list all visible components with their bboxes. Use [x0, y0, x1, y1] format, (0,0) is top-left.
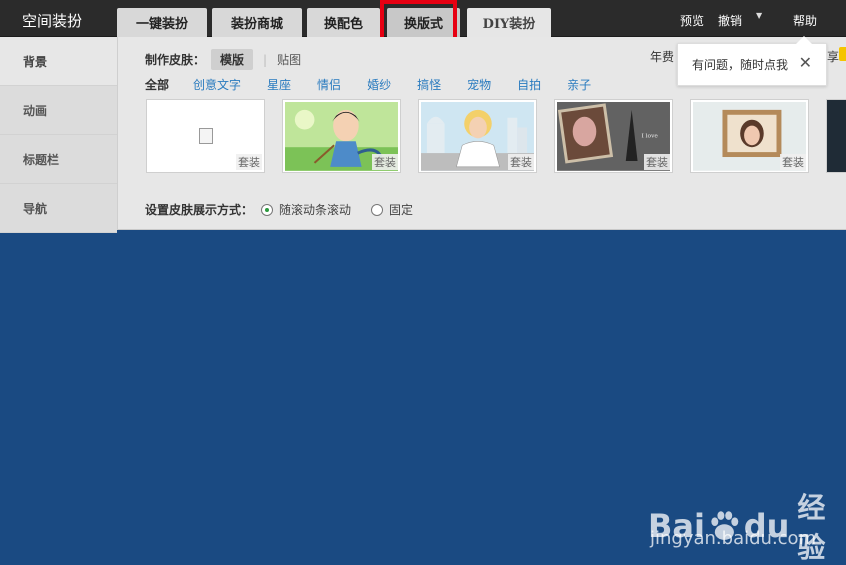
template-thumb[interactable]: 套装 [146, 99, 265, 173]
suit-tag: 套装 [372, 154, 398, 170]
sidebar-item-titlebar[interactable]: 标题栏 [0, 135, 117, 184]
help-link[interactable]: 帮助 [793, 12, 817, 29]
category-family[interactable]: 亲子 [567, 76, 591, 93]
template-thumb[interactable]: 套装 [690, 99, 809, 173]
help-tooltip: 有问题，随时点我 ✕ [677, 36, 827, 86]
display-mode-label: 设置皮肤展示方式： [145, 203, 254, 217]
sidebar-item-label: 导航 [23, 201, 48, 216]
category-selfie[interactable]: 自拍 [517, 76, 541, 93]
brand-title: 空间装扮 [22, 12, 83, 30]
tooltip-text[interactable]: 有问题，随时点我 [692, 56, 788, 73]
chevron-down-icon[interactable]: ▼ [756, 11, 762, 20]
sidebar-item-animation[interactable]: 动画 [0, 86, 117, 135]
category-couple[interactable]: 情侣 [317, 76, 341, 93]
sidebar: 背景 动画 标题栏 导航 [0, 37, 118, 233]
tab-color[interactable]: 换配色 [307, 8, 380, 37]
category-pets[interactable]: 宠物 [467, 76, 491, 93]
suit-tag: 套装 [236, 154, 262, 170]
sidebar-item-label: 动画 [23, 103, 48, 118]
category-creative-text[interactable]: 创意文字 [193, 76, 241, 93]
tab-mall[interactable]: 装扮商城 [212, 8, 302, 37]
top-bar: 空间装扮 一键装扮 装扮商城 换配色 换版式 DIY装扮 预览 撤销 ▼ 帮助 [0, 0, 846, 43]
category-funny[interactable]: 搞怪 [417, 76, 441, 93]
tab-one-click[interactable]: 一键装扮 [117, 8, 207, 37]
annual-fee-text: 年费 [650, 50, 675, 64]
sticker-button[interactable]: 贴图 [277, 51, 301, 68]
scroll-radio[interactable] [261, 203, 274, 216]
preview-link[interactable]: 预览 [680, 12, 704, 29]
template-thumb-partial[interactable] [826, 99, 846, 173]
category-filter: 全部 创意文字 星座 情侣 婚纱 搞怪 宠物 自拍 亲子 [145, 76, 617, 93]
sidebar-item-background[interactable]: 背景 [0, 37, 117, 86]
enjoy-text: 享 [827, 50, 840, 64]
category-zodiac[interactable]: 星座 [267, 76, 291, 93]
tab-layout[interactable]: 换版式 [387, 8, 460, 37]
scroll-radio-label[interactable]: 随滚动条滚动 [279, 201, 351, 218]
close-icon[interactable]: ✕ [799, 53, 812, 72]
skin-toolbar: 制作皮肤： 模版 | 贴图 [145, 49, 301, 70]
template-thumb[interactable]: I love 套装 [554, 99, 673, 173]
divider: | [263, 52, 268, 67]
sidebar-item-label: 背景 [23, 54, 48, 69]
tab-diy[interactable]: DIY装扮 [467, 8, 551, 37]
baidu-jingyan-watermark: Bai du 经验 [648, 486, 846, 565]
template-thumb[interactable]: 套装 [282, 99, 401, 173]
fixed-radio-label[interactable]: 固定 [389, 201, 413, 218]
sidebar-item-label: 标题栏 [23, 152, 60, 167]
watermark-text: 经验 [797, 491, 826, 564]
watermark-url: jingyan.baidu.com [650, 528, 817, 549]
suit-tag: 套装 [644, 154, 670, 170]
template-button[interactable]: 模版 [211, 49, 254, 70]
category-wedding[interactable]: 婚纱 [367, 76, 391, 93]
broken-image-icon [199, 128, 213, 144]
category-all[interactable]: 全部 [145, 76, 169, 93]
display-mode-setting: 设置皮肤展示方式： 随滚动条滚动 固定 [145, 201, 425, 218]
svg-text:I love: I love [641, 133, 658, 139]
suit-tag: 套装 [780, 154, 806, 170]
template-thumb[interactable]: 套装 [418, 99, 537, 173]
vip-badge-icon [839, 47, 846, 61]
make-skin-label: 制作皮肤： [145, 53, 206, 67]
sidebar-item-navigation[interactable]: 导航 [0, 184, 117, 233]
undo-link[interactable]: 撤销 [718, 12, 742, 29]
suit-tag: 套装 [508, 154, 534, 170]
fixed-radio[interactable] [371, 203, 384, 216]
